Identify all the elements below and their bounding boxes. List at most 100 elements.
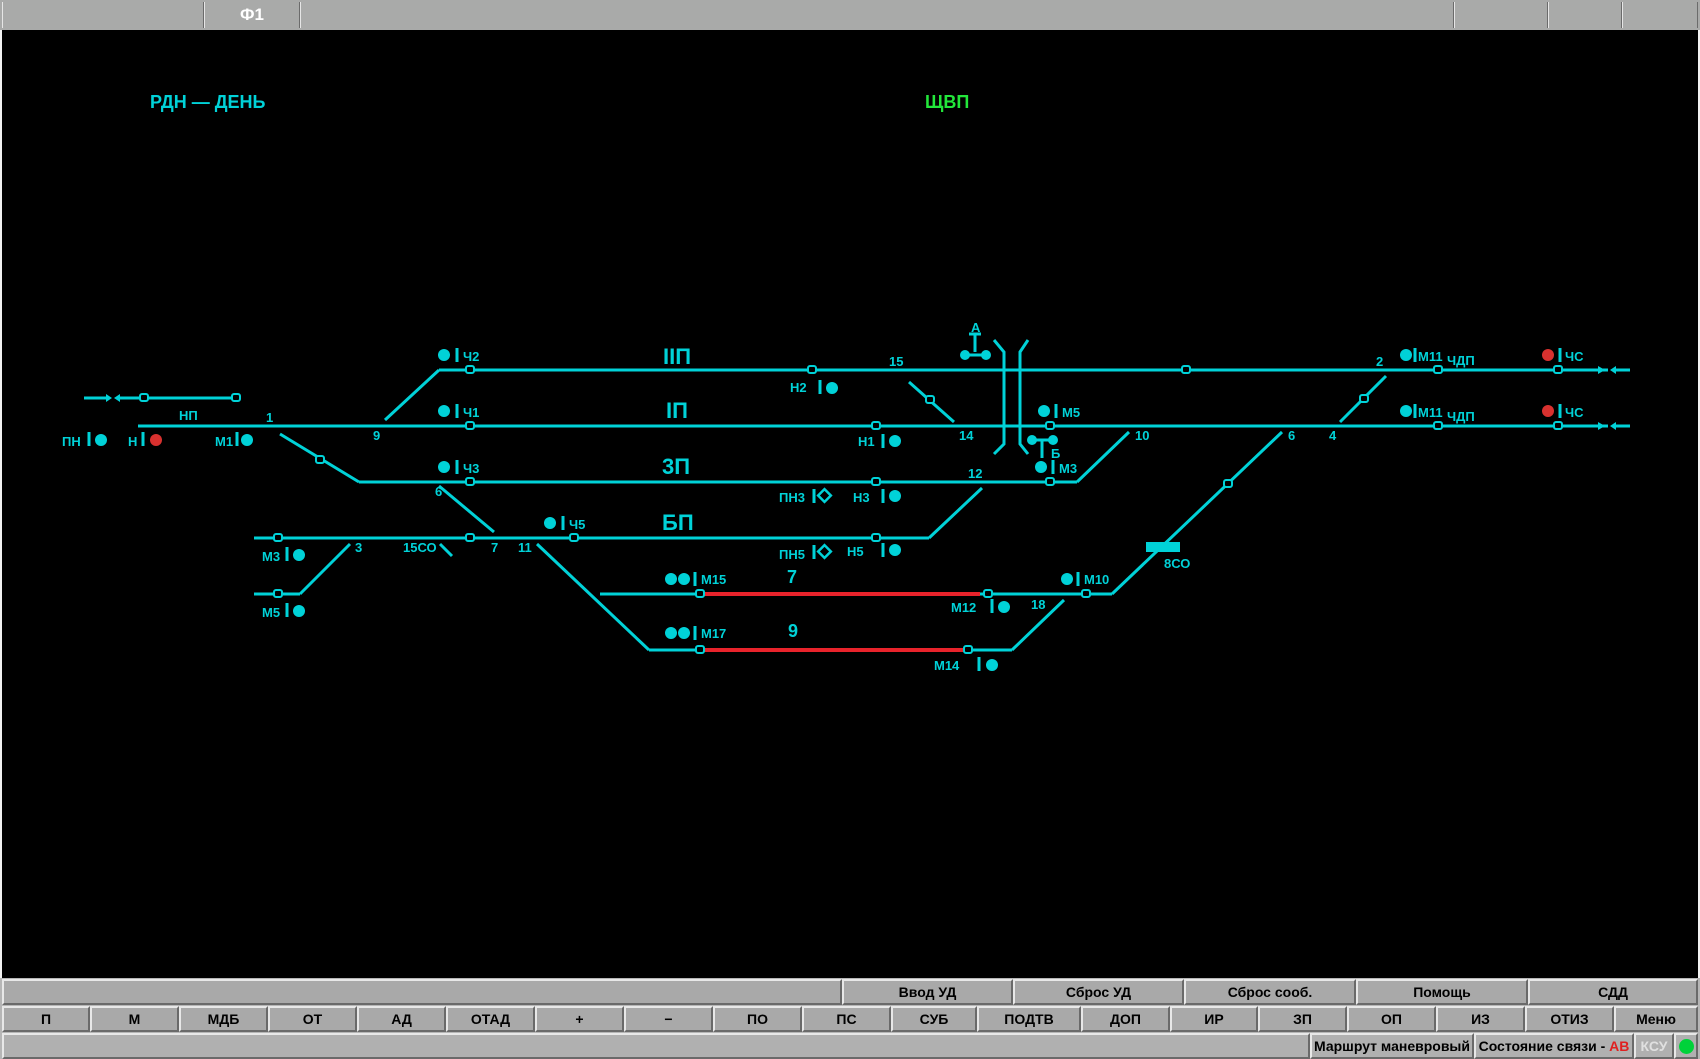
cmd-button-zp[interactable]: ЗП bbox=[1258, 1006, 1347, 1032]
signal-ch2[interactable] bbox=[438, 349, 450, 361]
signal-label-n: Н bbox=[128, 434, 137, 449]
cmd-button-ps[interactable]: ПС bbox=[802, 1006, 891, 1032]
cmd-button-plus[interactable]: + bbox=[535, 1006, 624, 1032]
cmd-button-po[interactable]: ПО bbox=[713, 1006, 802, 1032]
cmd-button-ad[interactable]: АД bbox=[357, 1006, 446, 1032]
joint bbox=[465, 421, 475, 430]
signal-label-ch5: Ч5 bbox=[569, 517, 585, 532]
signal-m1[interactable] bbox=[241, 434, 253, 446]
cmd-button-dop[interactable]: ДОП bbox=[1081, 1006, 1170, 1032]
cmd-button-minus[interactable]: − bbox=[624, 1006, 713, 1032]
cmd-button-podtv[interactable]: ПОДТВ bbox=[977, 1006, 1081, 1032]
cmd-label: МДБ bbox=[207, 1011, 240, 1027]
sdd-label: СДД bbox=[1598, 984, 1628, 1000]
signal-m14[interactable] bbox=[986, 659, 998, 671]
switch-num-14: 14 bbox=[959, 428, 974, 443]
signal-m5-left[interactable] bbox=[293, 605, 305, 617]
cmd-button-otiz[interactable]: ОТИЗ bbox=[1525, 1006, 1614, 1032]
signal-h5[interactable] bbox=[889, 544, 901, 556]
enter-ud-button[interactable]: Ввод УД bbox=[842, 979, 1013, 1005]
cmd-label: ДОП bbox=[1110, 1011, 1141, 1027]
menu-button[interactable]: Меню bbox=[1614, 1006, 1698, 1032]
frame-tab-label: Ф1 bbox=[240, 5, 264, 24]
switch-num-15co: 15СО bbox=[403, 540, 437, 555]
cmd-button-mdb[interactable]: МДБ bbox=[179, 1006, 268, 1032]
arrow-right-top-in-head bbox=[1610, 366, 1616, 374]
cmd-button-iz[interactable]: ИЗ bbox=[1436, 1006, 1525, 1032]
top-bar-cell-1 bbox=[2, 2, 204, 28]
joint bbox=[569, 533, 579, 542]
signal-h1[interactable] bbox=[889, 435, 901, 447]
reset-ud-button[interactable]: Сброс УД bbox=[1013, 979, 1184, 1005]
signal-ch3[interactable] bbox=[438, 461, 450, 473]
cmd-label: ПО bbox=[747, 1011, 768, 1027]
switch-num-10: 10 bbox=[1135, 428, 1149, 443]
signal-h3[interactable] bbox=[889, 490, 901, 502]
switch-10-link[interactable] bbox=[1075, 430, 1131, 484]
block-8co[interactable] bbox=[1146, 542, 1180, 552]
signal-h2[interactable] bbox=[826, 382, 838, 394]
link-indicator-light bbox=[1678, 1038, 1694, 1054]
signal-m3-right[interactable] bbox=[1035, 461, 1047, 473]
signal-m11-bottom[interactable] bbox=[1400, 405, 1412, 417]
joint bbox=[983, 589, 993, 598]
joint bbox=[807, 365, 817, 374]
signal-m11-top[interactable] bbox=[1400, 349, 1412, 361]
signal-m17-light-2[interactable] bbox=[678, 627, 690, 639]
sdd-button[interactable]: СДД bbox=[1528, 979, 1698, 1005]
signal-m12[interactable] bbox=[998, 601, 1010, 613]
signal-m15-light-2[interactable] bbox=[678, 573, 690, 585]
signal-m5-right[interactable] bbox=[1038, 405, 1050, 417]
cmd-button-ir[interactable]: ИР bbox=[1170, 1006, 1258, 1032]
signal-label-chs-top: ЧС bbox=[1565, 349, 1584, 364]
signal-label-ch1: Ч1 bbox=[463, 405, 479, 420]
switch-6-link[interactable] bbox=[438, 484, 495, 534]
switch-11-link[interactable] bbox=[535, 542, 651, 652]
signal-chs-bottom-red[interactable] bbox=[1542, 405, 1554, 417]
cmd-button-op[interactable]: ОП bbox=[1347, 1006, 1436, 1032]
ksu-label: КСУ bbox=[1640, 1038, 1668, 1054]
signal-label-cdp-top: ЧДП bbox=[1447, 353, 1475, 368]
link-indicator bbox=[1674, 1033, 1698, 1059]
switch-9-link[interactable] bbox=[383, 368, 441, 422]
cmd-label: + bbox=[575, 1011, 584, 1027]
track-diagram: .t { stroke:#00d2d8; stroke-width:3; fil… bbox=[62, 92, 1630, 673]
ksu-status: КСУ bbox=[1634, 1033, 1674, 1059]
switch-6r-link[interactable] bbox=[1110, 430, 1284, 596]
switch-3-link[interactable] bbox=[298, 542, 352, 596]
cmd-button-otad[interactable]: ОТАД bbox=[446, 1006, 535, 1032]
signal-ch1[interactable] bbox=[438, 405, 450, 417]
cmd-button-m[interactable]: М bbox=[90, 1006, 179, 1032]
signal-pn5[interactable] bbox=[816, 543, 833, 560]
signal-m10[interactable] bbox=[1061, 573, 1073, 585]
signal-label-h3: Н3 bbox=[853, 490, 870, 505]
signal-pn[interactable] bbox=[95, 434, 107, 446]
signal-label-m3-left: М3 bbox=[262, 549, 280, 564]
joint bbox=[1433, 365, 1443, 374]
switch-num-8co: 8СО bbox=[1164, 556, 1190, 571]
signal-m15-light-1[interactable] bbox=[665, 573, 677, 585]
signal-label-pn3: ПН3 bbox=[779, 490, 805, 505]
signal-m3-left[interactable] bbox=[293, 549, 305, 561]
signal-pn3[interactable] bbox=[816, 487, 833, 504]
signal-chs-top-red[interactable] bbox=[1542, 349, 1554, 361]
cmd-button-sub[interactable]: СУБ bbox=[891, 1006, 977, 1032]
connection-a: А bbox=[1609, 1038, 1620, 1054]
mode-label: РДН — ДЕНЬ bbox=[150, 92, 266, 112]
joint bbox=[465, 477, 475, 486]
joint bbox=[1553, 365, 1563, 374]
switch-12-link[interactable] bbox=[927, 486, 984, 540]
reset-messages-label: Сброс сооб. bbox=[1227, 984, 1313, 1000]
reset-messages-button[interactable]: Сброс сооб. bbox=[1184, 979, 1356, 1005]
signal-n-red[interactable] bbox=[150, 434, 162, 446]
frame-tab[interactable]: Ф1 bbox=[204, 2, 300, 28]
joint bbox=[1045, 421, 1055, 430]
signal-label-m15: М15 bbox=[701, 572, 726, 587]
cmd-button-ot[interactable]: ОТ bbox=[268, 1006, 357, 1032]
help-button[interactable]: Помощь bbox=[1356, 979, 1528, 1005]
switch-num-6-left: 6 bbox=[435, 484, 442, 499]
signal-m17-light-1[interactable] bbox=[665, 627, 677, 639]
station-scheme: .t { stroke:#00d2d8; stroke-width:3; fil… bbox=[2, 30, 1698, 978]
cmd-button-p[interactable]: П bbox=[2, 1006, 90, 1032]
signal-ch5[interactable] bbox=[544, 517, 556, 529]
